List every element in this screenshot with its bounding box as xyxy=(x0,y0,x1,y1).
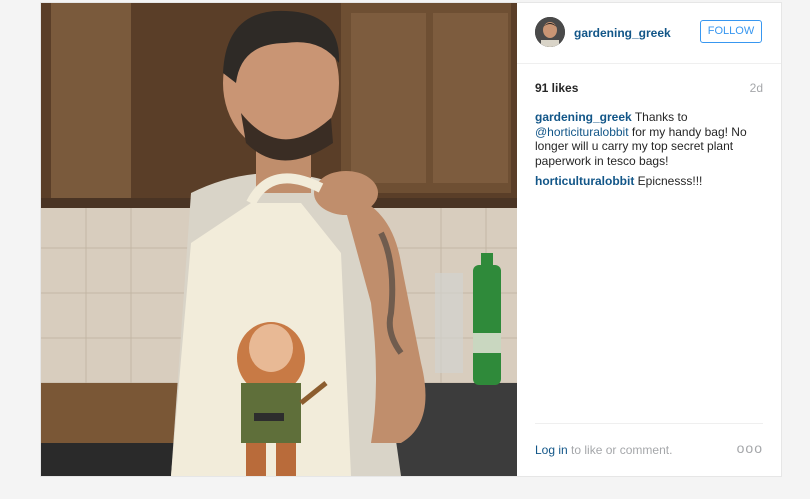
login-suffix: to like or comment. xyxy=(567,443,673,457)
comment-text: Epicnesss!!! xyxy=(634,174,703,188)
post-card: gardening_greek FOLLOW 91 likes 2d garde… xyxy=(40,2,782,477)
login-link[interactable]: Log in xyxy=(535,443,568,457)
avatar-image xyxy=(535,17,565,47)
photo-illustration xyxy=(41,3,517,476)
follow-button[interactable]: FOLLOW xyxy=(700,20,762,43)
username-link[interactable]: gardening_greek xyxy=(574,26,671,40)
comment-item: gardening_greek Thanks to @horticituralo… xyxy=(535,110,765,168)
comment-item: horticulturalobbit Epicnesss!!! xyxy=(535,174,765,189)
login-prompt: Log in to like or comment. xyxy=(535,443,672,457)
post-time[interactable]: 2d xyxy=(750,81,763,95)
post-header: gardening_greek FOLLOW xyxy=(517,3,781,64)
post-photo[interactable] xyxy=(41,3,517,476)
post-sidebar: gardening_greek FOLLOW 91 likes 2d garde… xyxy=(517,3,781,476)
comment-mention[interactable]: @horticituralobbit xyxy=(535,125,629,139)
comment-author[interactable]: gardening_greek xyxy=(535,110,632,124)
avatar[interactable] xyxy=(535,17,565,47)
comment-list: gardening_greek Thanks to @horticituralo… xyxy=(535,110,765,195)
more-options-icon[interactable]: ooo xyxy=(737,440,763,456)
likes-count[interactable]: 91 likes xyxy=(535,81,578,95)
comment-author[interactable]: horticulturalobbit xyxy=(535,174,634,188)
comment-text: Thanks to xyxy=(631,110,688,124)
post-footer: Log in to like or comment. ooo xyxy=(535,423,763,476)
